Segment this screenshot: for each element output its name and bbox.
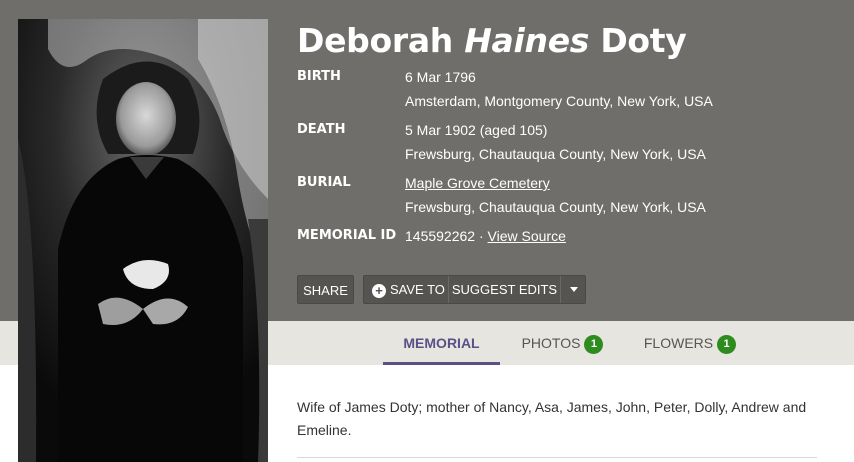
birth-place: Amsterdam, Montgomery County, New York, … [405, 93, 713, 109]
photos-count-badge: 1 [584, 335, 604, 354]
burial-label: BURIAL [297, 175, 351, 190]
memorial-id-value: 145592262 [405, 228, 476, 244]
death-place: Frewsburg, Chautauqua County, New York, … [405, 146, 706, 162]
suggest-edits-button[interactable]: SUGGEST EDITS [448, 276, 560, 303]
memorial-actions-group: + SAVE TO SUGGEST EDITS [363, 275, 586, 304]
tab-photos[interactable]: PHOTOS 1 [505, 321, 620, 365]
tab-flowers-label: FLOWERS [643, 335, 714, 351]
tab-photos-label: PHOTOS [521, 335, 581, 351]
save-to-button[interactable]: + SAVE TO [364, 276, 448, 303]
last-name: Doty [600, 21, 687, 60]
memorial-id-label: MEMORIAL ID [297, 228, 397, 243]
more-actions-dropdown[interactable] [560, 276, 586, 303]
save-to-label: SAVE TO [390, 282, 445, 297]
death-date: 5 Mar 1902 (aged 105) [405, 122, 548, 138]
view-source-link[interactable]: View Source [488, 228, 566, 244]
death-label: DEATH [297, 122, 346, 137]
tab-memorial-label: MEMORIAL [403, 335, 480, 351]
chevron-down-icon [569, 287, 578, 292]
birth-date: 6 Mar 1796 [405, 69, 476, 85]
tab-memorial[interactable]: MEMORIAL [383, 321, 500, 365]
middle-name: Haines [464, 21, 590, 60]
memorial-photo[interactable] [18, 19, 268, 462]
divider [297, 457, 817, 458]
cemetery-link[interactable]: Maple Grove Cemetery [405, 175, 550, 191]
flowers-count-badge: 1 [717, 335, 737, 354]
memorial-bio: Wife of James Doty; mother of Nancy, Asa… [297, 399, 807, 438]
plus-circle-icon: + [372, 284, 386, 298]
tab-flowers[interactable]: FLOWERS 1 [630, 321, 750, 365]
share-button[interactable]: SHARE [297, 275, 354, 304]
first-name: Deborah [297, 21, 454, 60]
burial-place: Frewsburg, Chautauqua County, New York, … [405, 199, 706, 215]
id-separator: · [475, 228, 488, 244]
birth-label: BIRTH [297, 69, 341, 84]
memorial-name: Deborah Haines Doty [297, 21, 687, 60]
